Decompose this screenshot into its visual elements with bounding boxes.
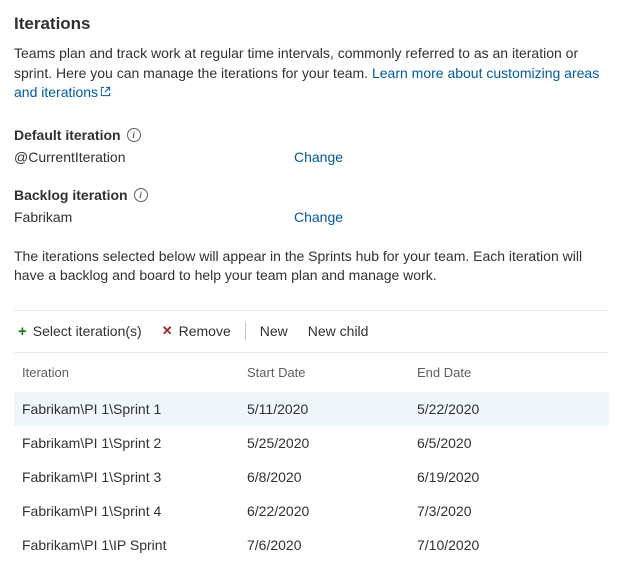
cell-start-date: 5/11/2020 [239,392,409,426]
new-label: New [260,323,288,339]
cell-iteration: Fabrikam\PI 1\Sprint 3 [14,460,239,494]
default-iteration-label-text: Default iteration [14,127,121,143]
external-link-icon [100,83,111,103]
cell-start-date: 6/22/2020 [239,494,409,528]
cell-start-date: 6/8/2020 [239,460,409,494]
cell-end-date: 6/19/2020 [409,460,609,494]
cell-iteration: Fabrikam\PI 1\Sprint 1 [14,392,239,426]
info-icon[interactable]: i [127,128,141,142]
cell-iteration: Fabrikam\PI 1\Sprint 2 [14,426,239,460]
iterations-sub-description: The iterations selected below will appea… [14,247,609,286]
change-default-iteration-link[interactable]: Change [294,149,343,165]
toolbar-separator [245,322,246,340]
backlog-iteration-value: Fabrikam [14,209,294,225]
select-iteration-button[interactable]: + Select iteration(s) [14,319,152,344]
cell-end-date: 6/5/2020 [409,426,609,460]
page-title: Iterations [14,14,609,34]
table-row[interactable]: Fabrikam\PI 1\Sprint 25/25/20206/5/2020 [14,426,609,460]
remove-label: Remove [179,323,231,339]
plus-icon: + [18,323,27,340]
default-iteration-value: @CurrentIteration [14,149,294,165]
cell-iteration: Fabrikam\PI 1\Sprint 4 [14,494,239,528]
table-row[interactable]: Fabrikam\PI 1\Sprint 46/22/20207/3/2020 [14,494,609,528]
column-header-start-date[interactable]: Start Date [239,353,409,392]
select-iteration-label: Select iteration(s) [33,323,142,339]
table-header-row: Iteration Start Date End Date [14,353,609,392]
iterations-table: Iteration Start Date End Date Fabrikam\P… [14,353,609,562]
backlog-iteration-label: Backlog iteration i [14,187,609,203]
backlog-iteration-row: Fabrikam Change [14,209,609,225]
column-header-iteration[interactable]: Iteration [14,353,239,392]
page-description: Teams plan and track work at regular tim… [14,44,609,103]
new-button[interactable]: New [250,319,298,343]
cell-start-date: 5/25/2020 [239,426,409,460]
remove-button[interactable]: ✕ Remove [152,319,241,343]
default-iteration-label: Default iteration i [14,127,609,143]
x-icon: ✕ [162,323,173,339]
info-icon[interactable]: i [134,188,148,202]
cell-end-date: 7/3/2020 [409,494,609,528]
cell-end-date: 5/22/2020 [409,392,609,426]
backlog-iteration-label-text: Backlog iteration [14,187,128,203]
change-backlog-iteration-link[interactable]: Change [294,209,343,225]
column-header-end-date[interactable]: End Date [409,353,609,392]
table-row[interactable]: Fabrikam\PI 1\Sprint 15/11/20205/22/2020 [14,392,609,426]
table-row[interactable]: Fabrikam\PI 1\Sprint 36/8/20206/19/2020 [14,460,609,494]
iterations-toolbar: + Select iteration(s) ✕ Remove New New c… [14,310,609,353]
new-child-label: New child [308,323,369,339]
default-iteration-row: @CurrentIteration Change [14,149,609,165]
new-child-button[interactable]: New child [298,319,379,343]
